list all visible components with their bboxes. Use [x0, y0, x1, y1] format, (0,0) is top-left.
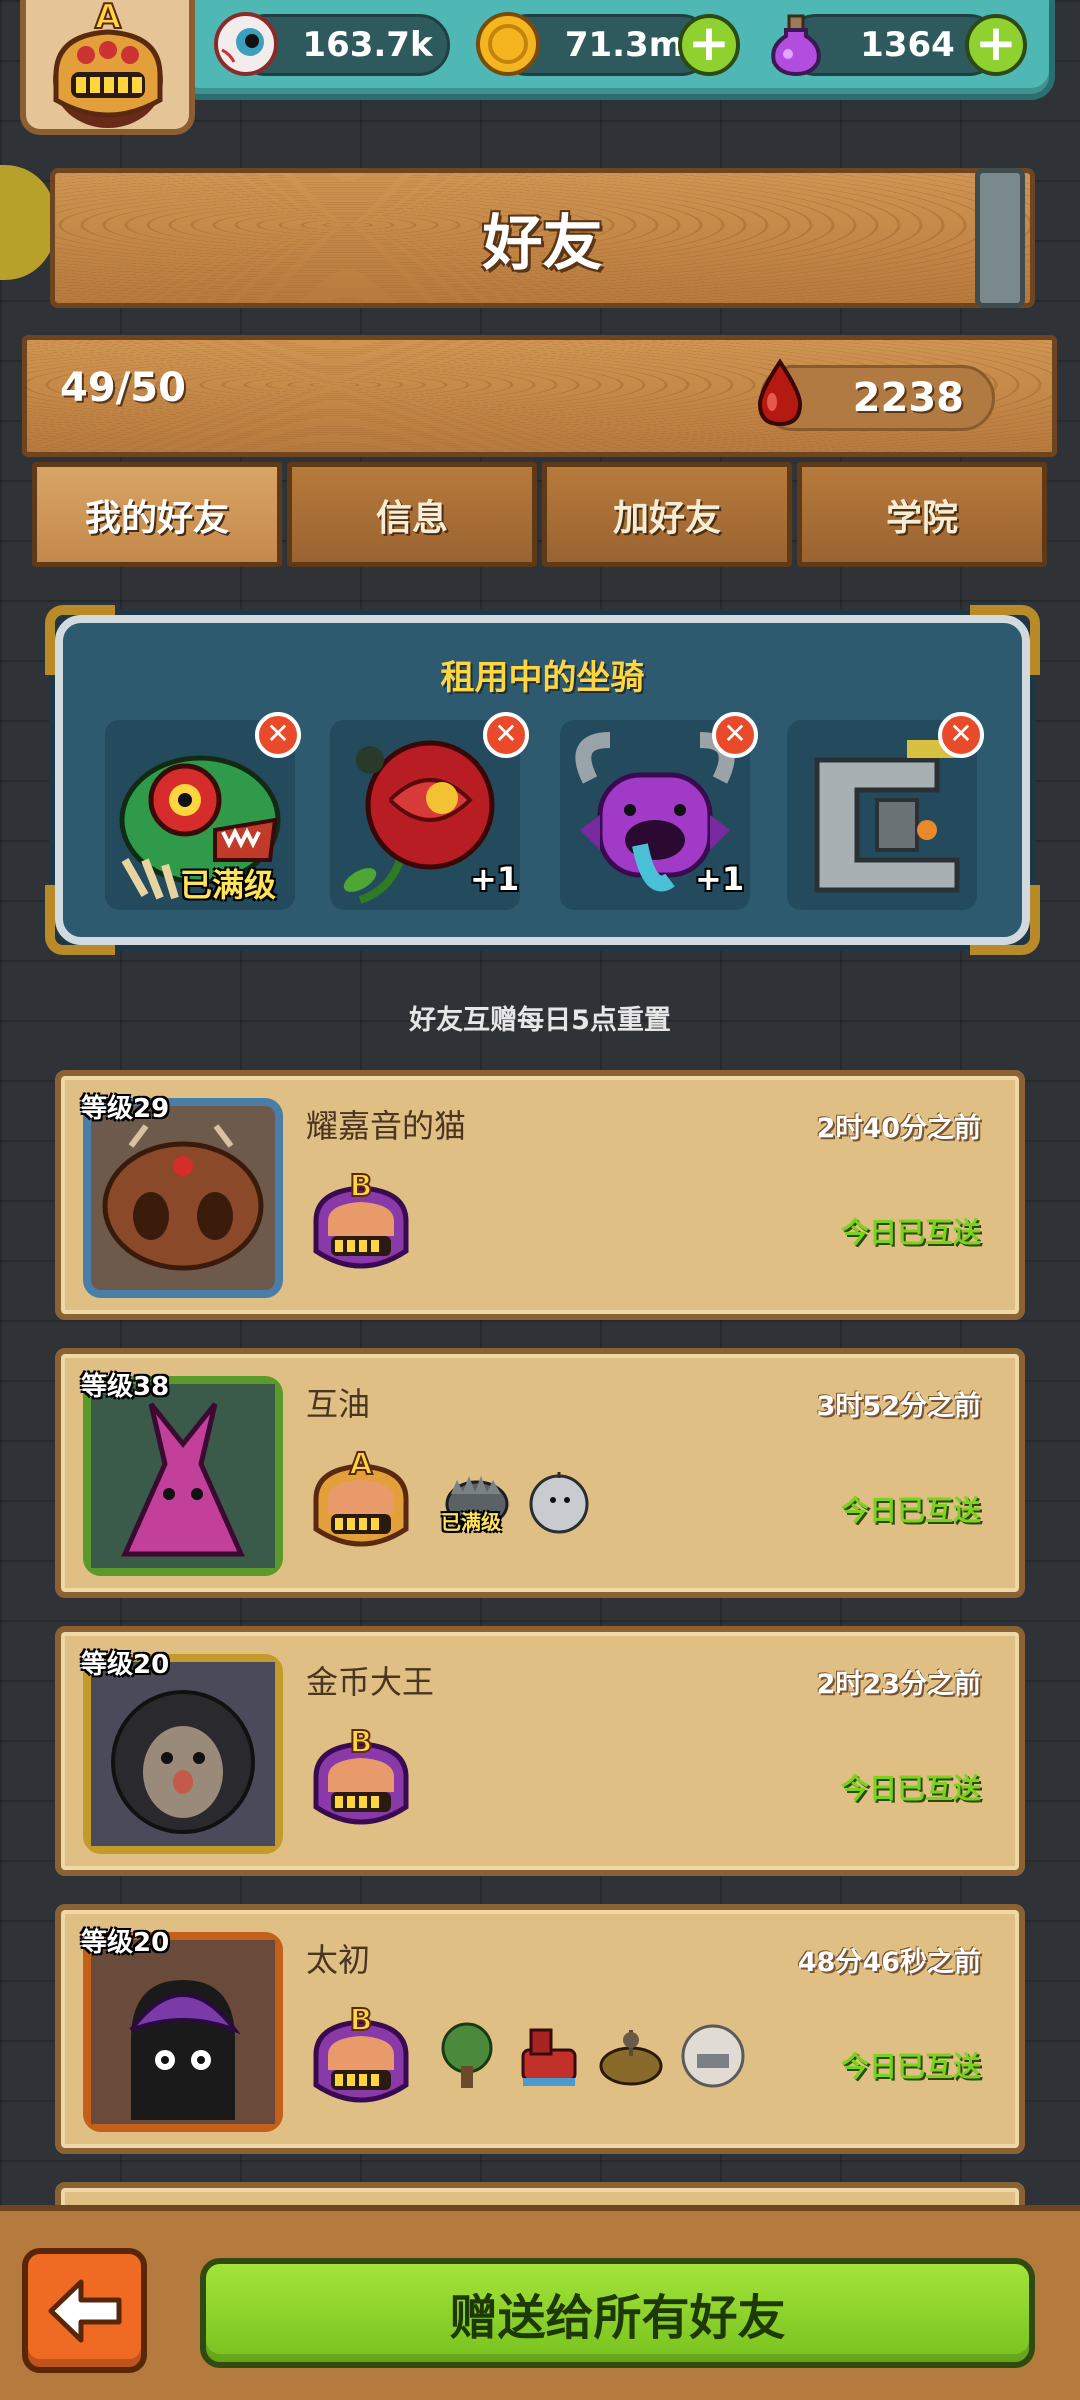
- friend-card[interactable]: 等级38 互油 3时52分之前 今日已互送 A 已满级: [55, 1348, 1025, 1598]
- tab-academy[interactable]: 学院: [797, 462, 1047, 567]
- board-bracket-right: [975, 168, 1025, 308]
- tab-messages[interactable]: 信息: [287, 462, 537, 567]
- gift-status: 今日已互送: [840, 2050, 981, 2083]
- rented-mounts-title: 租用中的坐骑: [440, 658, 645, 698]
- friend-level: 等级38: [81, 1372, 170, 1402]
- mount-level-tag: +1: [695, 860, 745, 898]
- svg-text:B: B: [350, 2003, 373, 2038]
- daily-reset-note: 好友互赠每日5点重置: [409, 1005, 671, 1036]
- friend-last-online: 2时40分之前: [816, 1113, 981, 1144]
- mount-level-tag: +1: [470, 860, 520, 898]
- svg-text:B: B: [350, 1725, 373, 1760]
- svg-text:B: B: [350, 1169, 373, 1204]
- remove-mount-button[interactable]: ✕: [712, 712, 758, 758]
- friend-avatar: [83, 1654, 283, 1854]
- friend-card[interactable]: 等级29 耀嘉音的猫 2时40分之前 今日已互送 B: [55, 1070, 1025, 1320]
- tab-my-friends[interactable]: 我的好友: [32, 462, 282, 567]
- remove-mount-button[interactable]: ✕: [483, 712, 529, 758]
- rank-badge-icon: B: [306, 1166, 416, 1286]
- friend-name: 互油: [306, 1385, 371, 1423]
- rank-badge-icon: A: [306, 1444, 416, 1564]
- rank-badge-icon: B: [306, 2000, 416, 2120]
- friend-level: 等级29: [81, 1094, 170, 1124]
- blood-value: 2238: [852, 375, 964, 421]
- friend-level: 等级20: [81, 1650, 170, 1680]
- friend-name: 太初: [306, 1941, 371, 1979]
- red-throne-mount-icon: [513, 2020, 585, 2092]
- remove-mount-button[interactable]: ✕: [938, 712, 984, 758]
- moon-mount-icon: [677, 2020, 749, 2092]
- tab-add-friend[interactable]: 加好友: [542, 462, 792, 567]
- friend-avatar: [83, 1376, 283, 1576]
- coin-icon: [474, 10, 542, 78]
- friend-count: 49/50: [60, 365, 186, 411]
- friend-card[interactable]: 等级20 金币大王 2时23分之前 今日已互送 B: [55, 1626, 1025, 1876]
- page-title-text: 好友: [482, 208, 603, 279]
- panel-corner: [970, 885, 1040, 955]
- page-title: 好友: [50, 168, 1035, 308]
- friend-card[interactable]: 等级20 太初 48分46秒之前 今日已互送 B: [55, 1904, 1025, 2154]
- friend-mount-icon: 已满级: [441, 1464, 513, 1536]
- player-rank-badge-icon: A: [53, 0, 163, 128]
- player-rank-letter: A: [95, 0, 122, 37]
- back-arrow-icon: [48, 2279, 121, 2342]
- turtle-mount-icon: [595, 2020, 667, 2092]
- friend-avatar: [83, 1932, 283, 2132]
- svg-text:A: A: [349, 1447, 373, 1482]
- friend-name: 金币大王: [306, 1663, 435, 1701]
- add-potion-button[interactable]: +: [965, 14, 1027, 76]
- blood-drop-icon: [750, 358, 810, 428]
- gift-all-label: 赠送给所有好友: [449, 2290, 786, 2346]
- rank-badge-icon: B: [306, 1722, 416, 1842]
- player-avatar[interactable]: A: [20, 0, 195, 135]
- eyeball-icon: [212, 10, 280, 78]
- friend-last-online: 3时52分之前: [816, 1391, 981, 1422]
- friend-level: 等级20: [81, 1928, 170, 1958]
- coin-value: 71.3m: [564, 25, 685, 65]
- mount-level-tag: 已满级: [180, 866, 277, 904]
- friend-mount-tag: 已满级: [441, 1510, 501, 1534]
- remove-mount-button[interactable]: ✕: [255, 712, 301, 758]
- gift-status: 今日已互送: [840, 1772, 981, 1805]
- friend-name: 耀嘉音的猫: [306, 1107, 467, 1145]
- friend-last-online: 2时23分之前: [816, 1669, 981, 1700]
- potion-icon: [762, 10, 830, 78]
- friend-last-online: 48分46秒之前: [797, 1947, 981, 1978]
- gift-status: 今日已互送: [840, 1494, 981, 1527]
- friend-avatar: [83, 1098, 283, 1298]
- add-coins-button[interactable]: +: [678, 14, 740, 76]
- back-button[interactable]: [22, 2248, 147, 2373]
- gift-status: 今日已互送: [840, 1216, 981, 1249]
- tree-mount-icon: [431, 2020, 503, 2092]
- potion-value: 1364: [860, 25, 955, 65]
- side-tab[interactable]: [0, 165, 55, 280]
- friend-mount-icon: [523, 1464, 595, 1536]
- gift-all-friends-button[interactable]: 赠送给所有好友: [200, 2258, 1035, 2368]
